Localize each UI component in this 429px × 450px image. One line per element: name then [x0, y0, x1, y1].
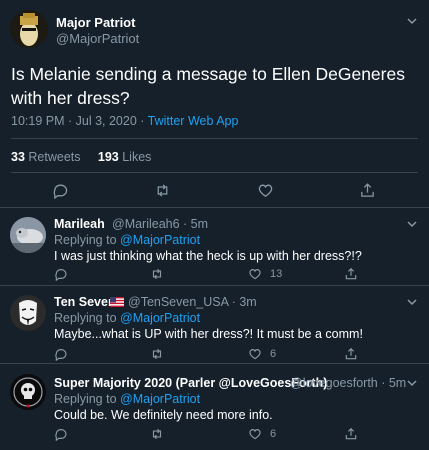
replying-to: Replying to @MajorPatriot — [54, 392, 200, 406]
replying-to: Replying to @MajorPatriot — [54, 311, 200, 325]
retweet-icon — [152, 348, 162, 360]
author-handle[interactable]: @MajorPatriot — [56, 31, 139, 46]
like-button[interactable] — [257, 182, 274, 199]
reply-button[interactable] — [54, 347, 68, 361]
like-button[interactable]: 6 — [248, 347, 276, 361]
retweet-button[interactable] — [154, 182, 171, 199]
reply-button[interactable] — [52, 182, 69, 199]
retweet-button[interactable] — [150, 347, 164, 361]
retweet-icon — [152, 268, 162, 280]
like-count: 6 — [270, 428, 277, 440]
replying-to-label: Replying to — [54, 311, 121, 325]
author-handle[interactable]: @TenSeven_USA · 3m — [128, 295, 257, 309]
reply-icon — [53, 184, 68, 199]
like-count: 6 — [270, 348, 277, 360]
author-name[interactable]: Super Majority 2020 (Parler @LoveGoesFor… — [54, 376, 327, 390]
likes-label[interactable]: Likes — [122, 150, 151, 164]
retweet-icon — [152, 428, 162, 440]
replying-to: Replying to @MajorPatriot — [54, 233, 200, 247]
replying-to-mention[interactable]: @MajorPatriot — [120, 233, 200, 247]
tweet-time[interactable]: 10:19 PM · Jul 3, 2020 · — [11, 114, 148, 128]
replying-to-mention[interactable]: @MajorPatriot — [120, 392, 200, 406]
tweet-source[interactable]: Twitter Web App — [148, 114, 239, 128]
avatar[interactable] — [10, 10, 48, 48]
tweet-text: Is Melanie sending a message to Ellen De… — [11, 64, 405, 108]
like-button[interactable]: 13 — [248, 267, 282, 281]
retweets-label[interactable]: Retweets — [28, 150, 80, 164]
author-handle[interactable]: @Marileah6 · 5m — [112, 217, 208, 231]
us-flag-icon — [110, 297, 124, 307]
reply-text: I was just thinking what the heck is up … — [54, 249, 362, 263]
share-button[interactable] — [359, 182, 376, 199]
share-icon — [345, 267, 357, 280]
author-name[interactable]: Major Patriot — [56, 15, 135, 30]
reply-icon — [55, 429, 67, 441]
like-button[interactable]: 6 — [248, 427, 276, 441]
reply-text: Maybe...what is UP with her dress?! It m… — [54, 327, 363, 341]
author-name[interactable]: Marileah — [54, 217, 105, 231]
replying-to-label: Replying to — [54, 233, 121, 247]
likes-count[interactable]: 193 — [98, 150, 119, 164]
share-button[interactable] — [344, 427, 358, 441]
avatar[interactable] — [10, 374, 46, 410]
author-name[interactable]: Ten Seven — [54, 295, 116, 309]
reply-tweet[interactable]: Super Majority 2020 (Parler @LoveGoesFor… — [0, 364, 429, 450]
engagement-stats: 33 Retweets 193 Likes — [11, 150, 151, 164]
share-icon — [345, 427, 357, 440]
avatar[interactable] — [10, 295, 46, 331]
replying-to-mention[interactable]: @MajorPatriot — [120, 311, 200, 325]
like-icon — [249, 429, 261, 440]
reply-button[interactable] — [54, 427, 68, 441]
share-button[interactable] — [344, 347, 358, 361]
share-icon — [361, 183, 374, 197]
like-icon — [258, 184, 273, 197]
avatar[interactable] — [10, 217, 46, 253]
reply-tweet[interactable]: Ten Seven @TenSeven_USA · 3m Replying to… — [0, 286, 429, 364]
chevron-down-icon[interactable] — [405, 376, 419, 390]
chevron-down-icon[interactable] — [405, 14, 419, 28]
reply-tweet[interactable]: Marileah @Marileah6 · 5m Replying to @Ma… — [0, 208, 429, 286]
retweet-button[interactable] — [150, 427, 164, 441]
reply-icon — [55, 349, 67, 361]
chevron-down-icon[interactable] — [405, 217, 419, 231]
share-icon — [345, 347, 357, 360]
like-count: 13 — [270, 268, 283, 280]
divider — [11, 172, 418, 173]
tweet-timestamp: 10:19 PM · Jul 3, 2020 · Twitter Web App — [11, 114, 238, 128]
retweet-icon — [157, 184, 168, 197]
replying-to-label: Replying to — [54, 392, 121, 406]
like-icon — [249, 269, 261, 280]
retweets-count[interactable]: 33 — [11, 150, 25, 164]
chevron-down-icon[interactable] — [405, 295, 419, 309]
reply-button[interactable] — [54, 267, 68, 281]
tweet-thread: Major Patriot @MajorPatriot Is Melanie s… — [0, 0, 429, 450]
author-handle[interactable]: @lovegoesforth · 5m — [290, 376, 406, 390]
like-icon — [249, 349, 261, 360]
reply-icon — [55, 269, 67, 281]
reply-text: Could be. We definitely need more info. — [54, 408, 273, 422]
share-button[interactable] — [344, 267, 358, 281]
divider — [11, 138, 418, 139]
main-tweet: Major Patriot @MajorPatriot Is Melanie s… — [0, 0, 429, 208]
retweet-button[interactable] — [150, 267, 164, 281]
